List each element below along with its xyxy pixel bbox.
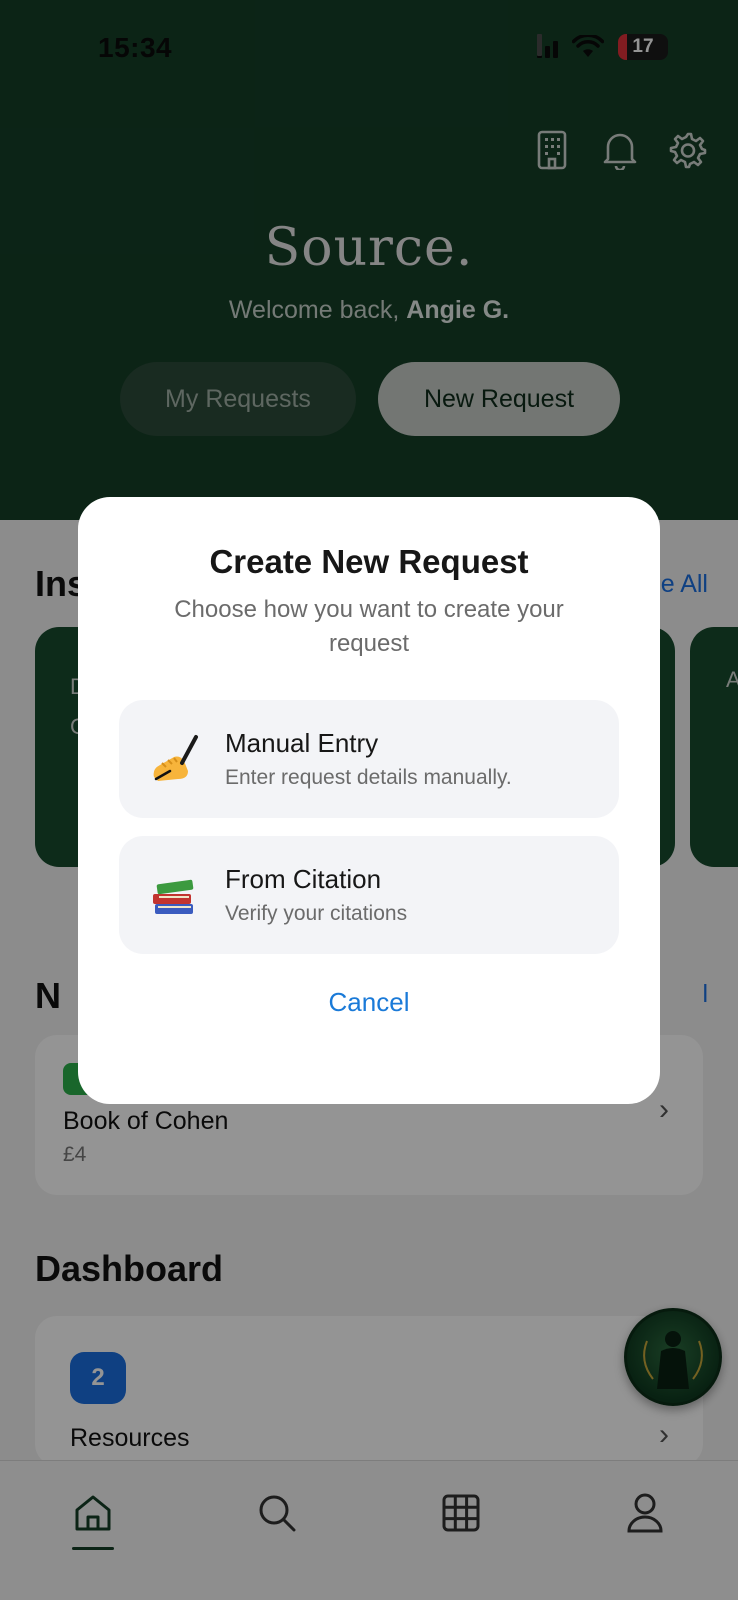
books-icon: [147, 868, 201, 922]
option-title: From Citation: [225, 864, 382, 894]
option-title: Manual Entry: [225, 728, 379, 758]
manual-entry-option[interactable]: Manual Entry Enter request details manua…: [119, 700, 619, 818]
cancel-button[interactable]: Cancel: [78, 987, 660, 1018]
writing-hand-icon: [147, 732, 201, 786]
create-request-dialog: Create New Request Choose how you want t…: [78, 497, 660, 1104]
dialog-title: Create New Request: [209, 543, 529, 580]
from-citation-option[interactable]: From Citation Verify your citations: [119, 836, 619, 954]
option-subtitle: Enter request details manually.: [225, 766, 512, 789]
dialog-subtitle: Choose how you want to create your reque…: [174, 596, 564, 657]
option-subtitle: Verify your citations: [225, 902, 408, 925]
